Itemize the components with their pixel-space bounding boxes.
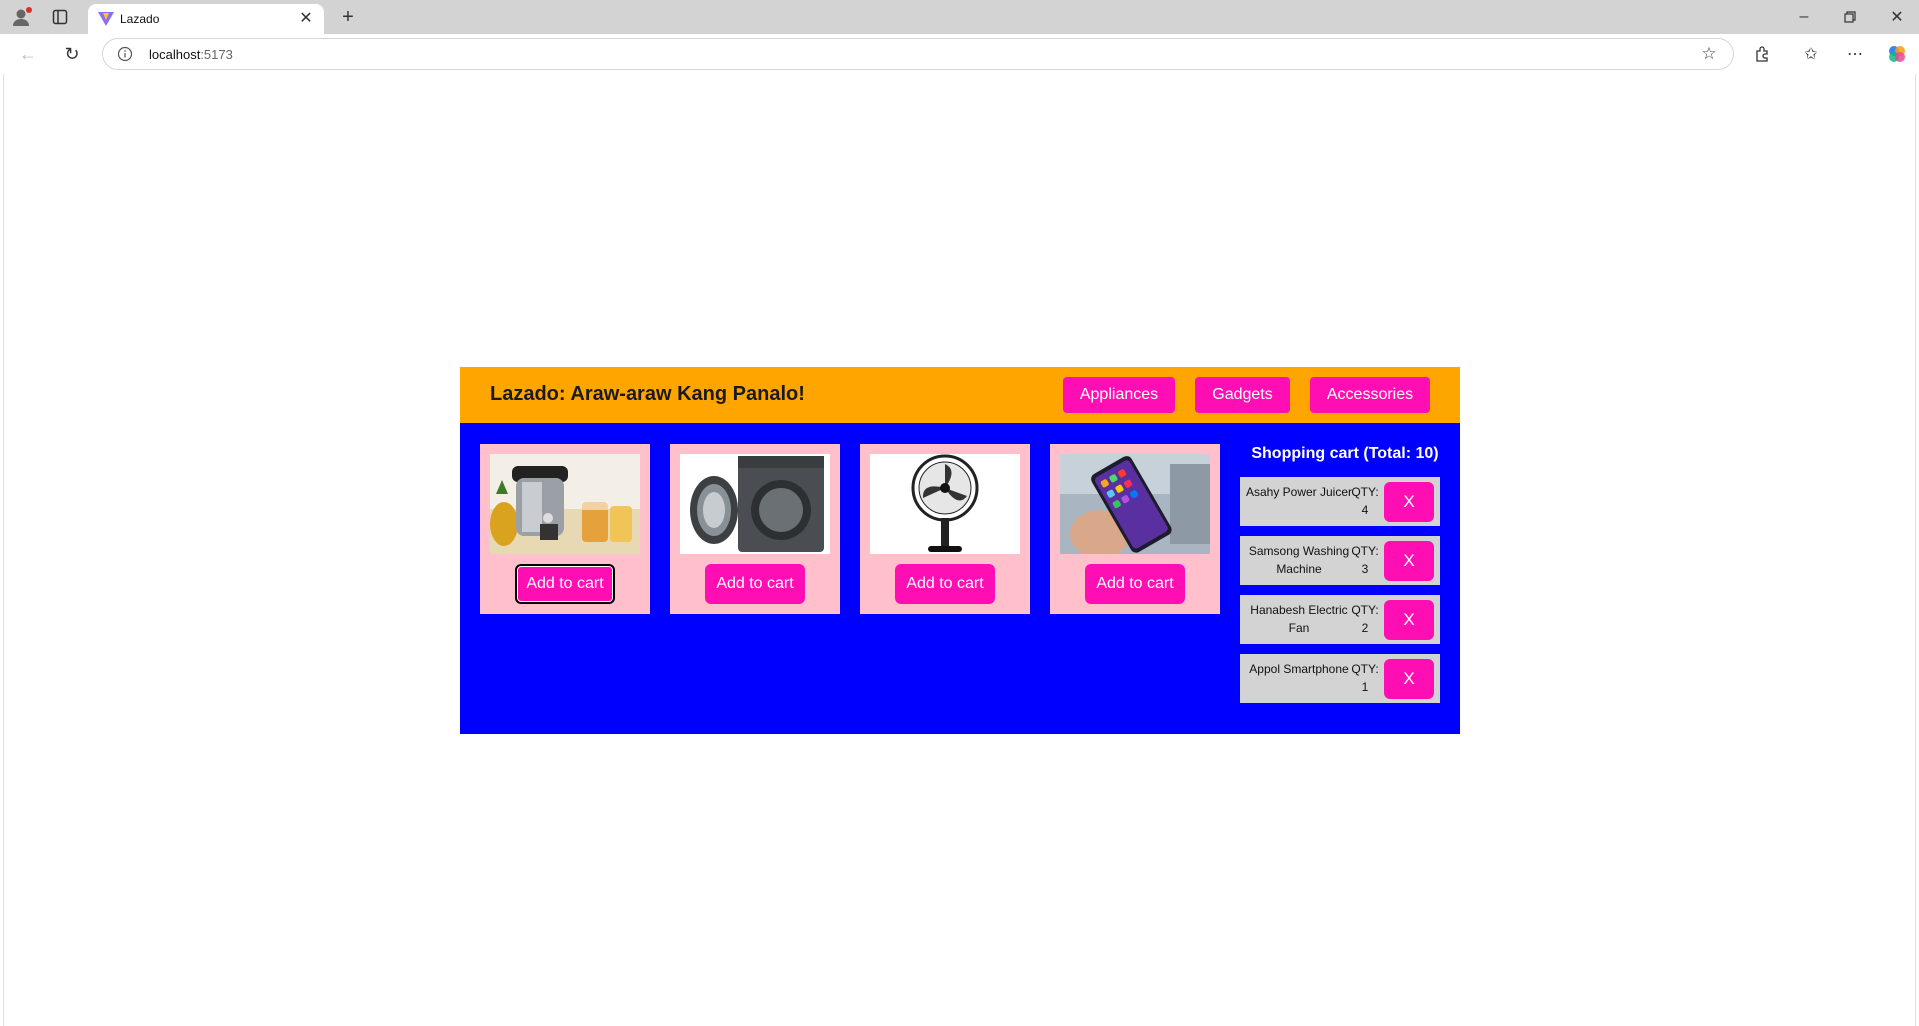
qty-label: QTY: (1351, 603, 1379, 617)
cart-title: Shopping cart (Total: 10) (1251, 445, 1439, 462)
qty-value: 1 (1361, 680, 1369, 694)
qty-label: QTY: (1351, 662, 1379, 676)
cart-item-qty: QTY: 4 (1348, 483, 1382, 519)
cart-item-name: Samsong Washing Machine (1248, 544, 1350, 576)
address-bar[interactable]: localhost:5173 ☆ (102, 38, 1734, 70)
qty-value: 2 (1361, 621, 1369, 635)
tab-title: Lazado (120, 12, 160, 26)
nav-gadgets-button[interactable]: Gadgets (1195, 377, 1290, 413)
cart-item: Samsong Washing Machine QTY: 3 X (1240, 536, 1440, 585)
new-tab-icon[interactable]: + (336, 6, 360, 28)
cart-item: Hanabesh Electric Fan QTY: 2 X (1240, 595, 1440, 644)
smartphone-image (1060, 454, 1210, 554)
browser-tab-bar: Lazado ✕ + – ✕ (0, 0, 1919, 34)
cart-item-qty: QTY: 2 (1348, 601, 1382, 637)
site-info-icon[interactable] (117, 46, 133, 62)
extensions-icon[interactable] (1752, 44, 1774, 64)
tab-actions-icon[interactable] (50, 7, 70, 27)
electric-fan-image (870, 454, 1020, 554)
vite-logo-icon (98, 12, 114, 26)
cart-item-qty: QTY: 1 (1348, 660, 1382, 696)
url-port: :5173 (200, 47, 233, 62)
url-text: localhost:5173 (149, 47, 233, 62)
favorite-star-icon[interactable]: ☆ (1699, 44, 1719, 64)
back-arrow-icon[interactable]: ← (16, 44, 40, 64)
product-card: Add to cart (670, 444, 840, 614)
remove-item-button[interactable]: X (1384, 600, 1434, 640)
qty-value: 3 (1361, 562, 1369, 576)
product-card: Add to cart (1050, 444, 1220, 614)
qty-label: QTY: (1351, 544, 1379, 558)
lazado-app: Lazado: Araw-araw Kang Panalo! Appliance… (460, 367, 1460, 734)
washing-machine-image (680, 454, 830, 554)
qty-label: QTY: (1351, 485, 1379, 499)
copilot-icon[interactable] (1886, 44, 1908, 64)
product-card: Add to cart (860, 444, 1030, 614)
minimize-icon[interactable]: – (1792, 6, 1816, 28)
more-menu-icon[interactable]: ⋯ (1844, 44, 1866, 64)
add-to-cart-button[interactable]: Add to cart (895, 564, 995, 604)
add-to-cart-button[interactable]: Add to cart (705, 564, 805, 604)
tab-close-icon[interactable]: ✕ (296, 9, 316, 29)
cart-item-name: Hanabesh Electric Fan (1250, 603, 1348, 635)
remove-item-button[interactable]: X (1384, 482, 1434, 522)
active-tab[interactable]: Lazado ✕ (88, 4, 324, 34)
cart-item-name: Asahy Power Juicer (1245, 485, 1353, 499)
brand-title: Lazado: Araw-araw Kang Panalo! (490, 383, 805, 405)
qty-value: 4 (1361, 503, 1369, 517)
cart-item: Asahy Power Juicer QTY: 4 X (1240, 477, 1440, 526)
url-host: localhost (149, 47, 201, 62)
app-header: Lazado: Araw-araw Kang Panalo! Appliance… (460, 367, 1460, 423)
add-to-cart-button[interactable]: Add to cart (1085, 564, 1185, 604)
profile-icon[interactable] (10, 6, 34, 28)
reload-icon[interactable]: ↻ (60, 44, 84, 64)
window-close-icon[interactable]: ✕ (1885, 6, 1909, 28)
nav-appliances-button[interactable]: Appliances (1063, 377, 1175, 413)
cart-item: Appol Smartphone QTY: 1 X (1240, 654, 1440, 703)
cart-item-qty: QTY: 3 (1348, 542, 1382, 578)
add-to-cart-button[interactable]: Add to cart (515, 564, 615, 604)
juicer-image (490, 454, 640, 554)
remove-item-button[interactable]: X (1384, 659, 1434, 699)
browser-toolbar: ← ↻ localhost:5173 ☆ ✩ ⋯ (0, 34, 1919, 74)
cart-item-name: Appol Smartphone (1249, 662, 1349, 676)
remove-item-button[interactable]: X (1384, 541, 1434, 581)
restore-icon[interactable] (1838, 6, 1862, 28)
favorites-icon[interactable]: ✩ (1800, 44, 1822, 64)
nav-accessories-button[interactable]: Accessories (1310, 377, 1430, 413)
product-card: Add to cart (480, 444, 650, 614)
